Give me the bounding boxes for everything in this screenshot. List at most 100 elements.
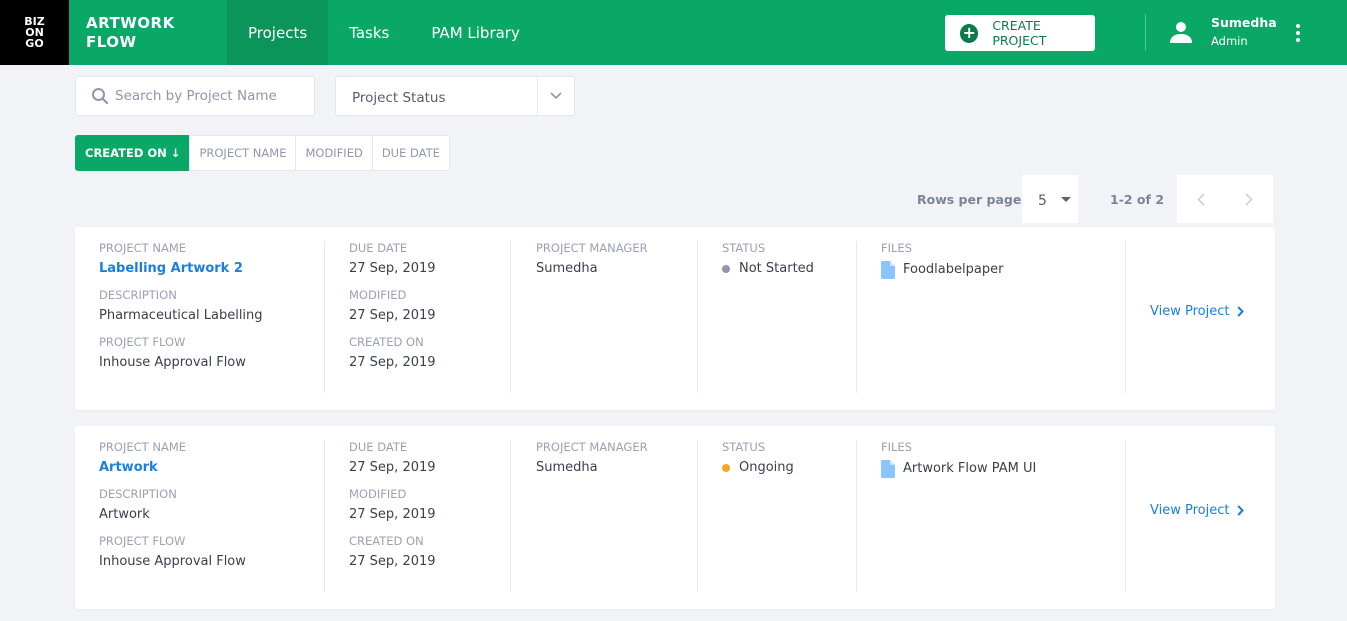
status-column: STATUS Ongoing [697, 440, 856, 592]
view-project-label: View Project [1150, 503, 1230, 518]
card-divider [1125, 241, 1126, 393]
project-flow-value: Inhouse Approval Flow [99, 355, 246, 370]
create-project-button[interactable]: + Create Project [945, 15, 1095, 51]
rows-per-page-label: Rows per page: [917, 192, 1027, 207]
status-value: Not Started [739, 261, 814, 276]
project-manager-label: PROJECT MANAGER [536, 241, 648, 255]
next-page-button[interactable] [1225, 175, 1273, 223]
search-icon [92, 88, 109, 105]
project-name-label: PROJECT NAME [99, 440, 187, 454]
sort-bar: CREATED ON ↓ PROJECT NAME MODIFIED DUE D… [75, 135, 450, 171]
chevron-right-icon [1245, 192, 1253, 206]
files-label: FILES [881, 440, 912, 454]
brand-line: FLOW [86, 32, 137, 51]
file-name: Foodlabelpaper [903, 262, 1004, 277]
manager-column: PROJECT MANAGER Sumedha [510, 440, 697, 592]
created-on-label: CREATED ON [349, 534, 424, 548]
rows-per-page-value: 5 [1038, 193, 1047, 209]
project-card: PROJECT NAME Labelling Artwork 2 DESCRIPT… [75, 227, 1275, 410]
caret-down-icon [1060, 196, 1071, 202]
modified-value: 27 Sep, 2019 [349, 308, 436, 323]
project-name-link[interactable]: Labelling Artwork 2 [99, 260, 324, 278]
plus-circle-icon: + [960, 23, 979, 43]
chevron-right-icon [1237, 505, 1245, 516]
nav-tasks[interactable]: Tasks [328, 0, 410, 65]
project-flow-value: Inhouse Approval Flow [99, 554, 246, 569]
card-divider [1125, 440, 1126, 592]
chevron-down-icon[interactable] [537, 77, 574, 115]
project-info-column: PROJECT NAME Artwork DESCRIPTION Artwork P… [99, 440, 324, 592]
modified-label: MODIFIED [349, 288, 407, 302]
sort-created-on[interactable]: CREATED ON ↓ [75, 135, 191, 171]
file-icon [881, 261, 895, 279]
search-box [75, 76, 315, 116]
user-role: Admin [1211, 34, 1248, 48]
nav-projects[interactable]: Projects [227, 0, 329, 65]
due-date-value: 27 Sep, 2019 [349, 460, 436, 475]
project-flow-label: PROJECT FLOW [99, 534, 186, 548]
files-column: FILES Artwork Flow PAM UI [856, 440, 1125, 592]
app-brand: ARTWORK FLOW [69, 14, 227, 52]
created-on-label: CREATED ON [349, 335, 424, 349]
more-options-icon[interactable] [1290, 22, 1306, 44]
files-column: FILES Foodlabelpaper [856, 241, 1125, 393]
description-value: Artwork [99, 507, 150, 522]
description-label: DESCRIPTION [99, 487, 177, 501]
description-label: DESCRIPTION [99, 288, 177, 302]
file-name: Artwork Flow PAM UI [903, 461, 1037, 476]
project-manager-label: PROJECT MANAGER [536, 440, 648, 454]
logo-line: GO [25, 37, 44, 50]
project-info-column: PROJECT NAME Labelling Artwork 2 DESCRIPT… [99, 241, 324, 393]
file-item[interactable]: Artwork Flow PAM UI [881, 460, 1125, 478]
user-name: Sumedha [1211, 15, 1277, 30]
file-item[interactable]: Foodlabelpaper [881, 261, 1125, 279]
project-flow-label: PROJECT FLOW [99, 335, 186, 349]
sort-project-name[interactable]: PROJECT NAME [189, 135, 297, 171]
prev-page-button[interactable] [1177, 175, 1225, 223]
chevron-left-icon [1197, 192, 1205, 206]
project-name-link[interactable]: Artwork [99, 459, 324, 477]
project-manager-value: Sumedha [536, 460, 598, 475]
nav-pam-library[interactable]: PAM Library [410, 0, 541, 65]
status-dot-icon [722, 265, 730, 273]
created-on-value: 27 Sep, 2019 [349, 355, 436, 370]
project-card: PROJECT NAME Artwork DESCRIPTION Artwork P… [75, 426, 1275, 609]
sort-modified[interactable]: MODIFIED [295, 135, 373, 171]
dates-column: DUE DATE 27 Sep, 2019 MODIFIED 27 Sep, 201… [324, 440, 510, 592]
view-project-link[interactable]: View Project [1150, 503, 1245, 518]
status-value: Ongoing [739, 460, 794, 475]
pagination-range: 1-2 of 2 [1110, 192, 1165, 207]
view-project-label: View Project [1150, 304, 1230, 319]
modified-label: MODIFIED [349, 487, 407, 501]
project-status-value: Project Status [352, 90, 446, 106]
header-divider [1145, 14, 1146, 51]
create-project-label: Create Project [992, 18, 1047, 48]
top-header: BIZ ON GO ARTWORK FLOW Projects Tasks PA… [0, 0, 1347, 65]
due-date-label: DUE DATE [349, 241, 408, 255]
file-icon [881, 460, 895, 478]
view-project-link[interactable]: View Project [1150, 304, 1245, 319]
status-column: STATUS Not Started [697, 241, 856, 393]
project-name-label: PROJECT NAME [99, 241, 187, 255]
manager-column: PROJECT MANAGER Sumedha [510, 241, 697, 393]
sort-due-date[interactable]: DUE DATE [371, 135, 450, 171]
chevron-right-icon [1237, 306, 1245, 317]
project-status-dropdown[interactable]: Project Status [335, 76, 575, 116]
rows-per-page-select[interactable]: 5 [1022, 175, 1078, 223]
modified-value: 27 Sep, 2019 [349, 507, 436, 522]
search-input[interactable] [115, 88, 305, 104]
pager [1177, 175, 1273, 223]
status-dot-icon [722, 464, 730, 472]
project-manager-value: Sumedha [536, 261, 598, 276]
dates-column: DUE DATE 27 Sep, 2019 MODIFIED 27 Sep, 201… [324, 241, 510, 393]
brand-line: ARTWORK [86, 13, 175, 32]
due-date-label: DUE DATE [349, 440, 408, 454]
created-on-value: 27 Sep, 2019 [349, 554, 436, 569]
description-value: Pharmaceutical Labelling [99, 308, 263, 323]
status-label: STATUS [722, 440, 766, 454]
status-label: STATUS [722, 241, 766, 255]
files-label: FILES [881, 241, 912, 255]
bizongo-logo[interactable]: BIZ ON GO [0, 0, 69, 65]
main-nav: Projects Tasks PAM Library [227, 0, 541, 65]
user-avatar-icon[interactable] [1169, 20, 1193, 44]
